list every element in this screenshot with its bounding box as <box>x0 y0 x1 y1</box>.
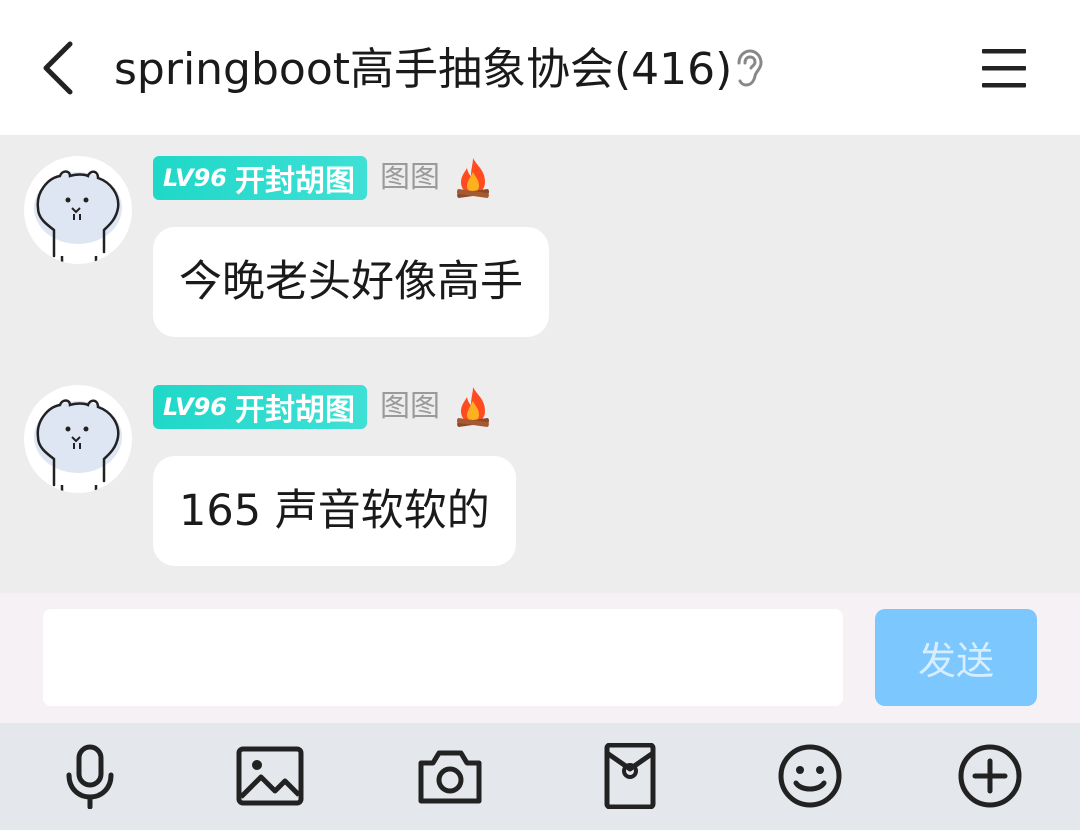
bottom-toolbar <box>0 723 1080 830</box>
group-title[interactable]: springboot高手抽象协会(416) <box>114 40 732 100</box>
member-title: 开封胡图 <box>234 393 355 428</box>
plus-icon[interactable] <box>955 743 1025 809</box>
message-input[interactable] <box>43 609 843 706</box>
sender-nickname[interactable]: 图图 <box>380 385 440 429</box>
message-bubble[interactable]: 165 声音软软的 <box>153 456 516 566</box>
member-title: 开封胡图 <box>234 164 355 199</box>
fire-icon <box>456 387 490 427</box>
avatar[interactable] <box>24 156 132 264</box>
level-label: LV96 <box>163 393 227 421</box>
avatar[interactable] <box>24 385 132 493</box>
bear-avatar-icon <box>34 170 122 262</box>
level-badge: LV96 开封胡图 <box>153 156 367 200</box>
camera-icon[interactable] <box>415 743 485 809</box>
send-button[interactable]: 发送 <box>875 609 1037 706</box>
level-badge: LV96 开封胡图 <box>153 385 367 429</box>
chat-header: springboot高手抽象协会(416) <box>0 0 1080 135</box>
chevron-left-icon <box>43 41 73 95</box>
emoji-icon[interactable] <box>775 743 845 809</box>
back-button[interactable] <box>36 38 86 98</box>
microphone-icon[interactable] <box>55 743 125 809</box>
ear-icon[interactable] <box>730 48 766 88</box>
fire-icon <box>456 158 490 198</box>
bear-avatar-icon <box>34 399 122 491</box>
red-packet-icon[interactable] <box>595 743 665 809</box>
level-label: LV96 <box>163 164 227 192</box>
menu-icon[interactable] <box>980 46 1028 90</box>
message-bubble[interactable]: 今晚老头好像高手 <box>153 227 549 337</box>
sender-nickname[interactable]: 图图 <box>380 156 440 200</box>
input-bar: 发送 <box>0 593 1080 723</box>
image-icon[interactable] <box>235 743 305 809</box>
